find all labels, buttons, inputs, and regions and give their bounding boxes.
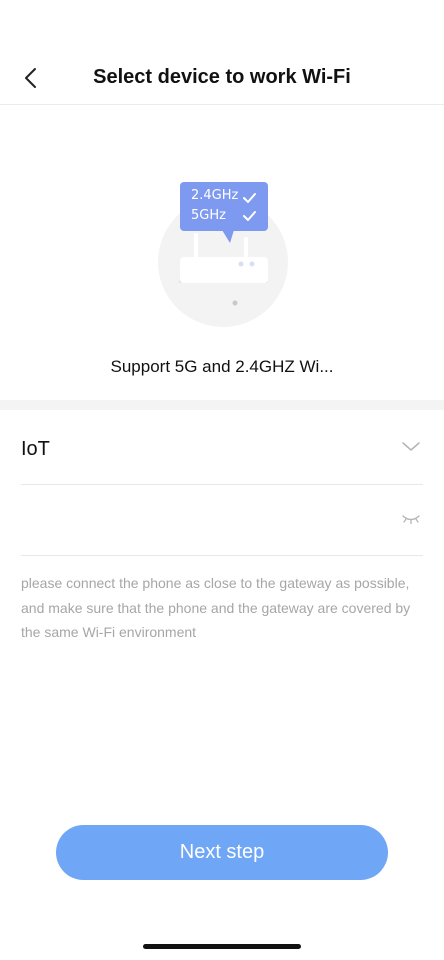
- support-text: Support 5G and 2.4GHZ Wi...: [110, 357, 334, 376]
- chevron-down-icon: [402, 442, 420, 451]
- password-row: [21, 485, 423, 556]
- home-indicator: [143, 944, 301, 949]
- page-title: Select device to work Wi-Fi: [93, 66, 351, 88]
- wifi-network-value: IoT: [21, 438, 50, 460]
- eye-closed-icon[interactable]: [401, 513, 421, 525]
- hint-text: please connect the phone as close to the…: [21, 575, 411, 640]
- next-step-button[interactable]: Next step: [56, 825, 388, 880]
- section-divider: [0, 400, 444, 410]
- badge-5ghz-label: 5GHz: [191, 208, 226, 223]
- badge-2-4ghz-label: 2.4GHz: [191, 188, 239, 203]
- header: Select device to work Wi-Fi: [0, 0, 444, 105]
- password-input[interactable]: [21, 503, 381, 537]
- router-illustration-section: [0, 105, 444, 400]
- wifi-network-select[interactable]: IoT: [21, 412, 423, 485]
